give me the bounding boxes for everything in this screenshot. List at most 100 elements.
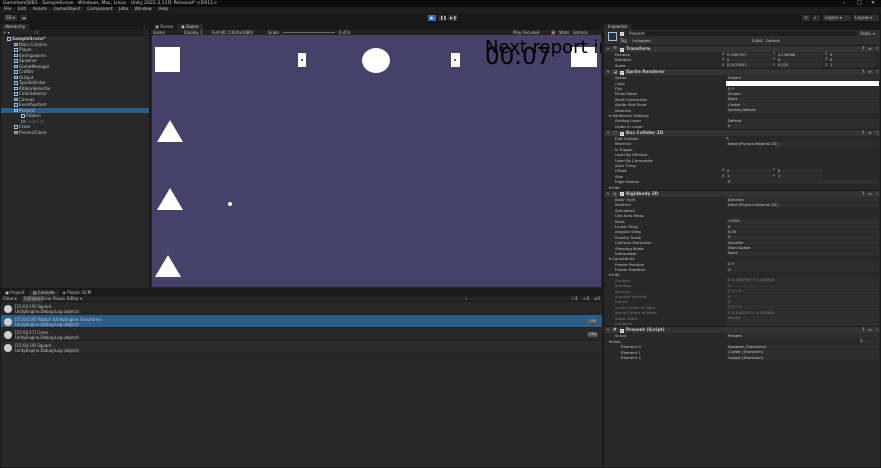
- y-value-field[interactable]: 4.128988: [777, 52, 823, 57]
- menu-edit[interactable]: Edit: [18, 7, 27, 12]
- hierarchy-search-input[interactable]: All: [31, 30, 143, 36]
- minimize-button[interactable]: –: [843, 0, 846, 7]
- tag-dropdown[interactable]: Untagged: [630, 38, 746, 43]
- enabled-checkbox[interactable]: ✓: [620, 47, 624, 52]
- field-value[interactable]: 0: [726, 235, 879, 240]
- field-value[interactable]: 0: [726, 283, 879, 289]
- layers-dropdown[interactable]: Layers ▾: [823, 15, 851, 21]
- component-header[interactable]: ▾ ⤧ ✓ Transform? ⇌ ⋮: [604, 45, 880, 52]
- x-value-field[interactable]: 0: [726, 169, 772, 174]
- field-value[interactable]: 0: [726, 179, 879, 185]
- menu-window[interactable]: Window: [135, 7, 152, 12]
- field-value[interactable]: None: [726, 97, 879, 102]
- hierarchy-item[interactable]: PresentClone: [1, 130, 149, 136]
- field-value[interactable]: Present: [726, 333, 879, 339]
- field-value[interactable]: [726, 81, 879, 86]
- field-value[interactable]: Z: [726, 267, 879, 273]
- y-value-field[interactable]: 1: [777, 174, 823, 179]
- menu-gameobject[interactable]: GameObject: [53, 7, 80, 12]
- menu-file[interactable]: File: [4, 7, 11, 12]
- field-value[interactable]: 10000: [726, 219, 879, 224]
- hierarchy-add-button[interactable]: + ▾: [3, 30, 10, 35]
- close-window-button[interactable]: ✕: [871, 0, 875, 7]
- menu-jobs[interactable]: Jobs: [119, 7, 128, 12]
- object-name-field[interactable]: Present: [627, 31, 857, 36]
- console-entry[interactable]: [15:04:19] Square UnityEngine.Debug:Log (…: [1, 341, 602, 354]
- cloud-icon[interactable]: ☁: [20, 15, 27, 21]
- field-value[interactable]: Start Awake: [726, 246, 879, 251]
- step-button[interactable]: ▶❚: [448, 15, 458, 21]
- maximize-button[interactable]: □: [857, 0, 862, 7]
- search-icon[interactable]: ⌕: [812, 15, 820, 21]
- y-value-field[interactable]: 0.525: [777, 63, 823, 68]
- y-value-field[interactable]: 0: [777, 169, 823, 174]
- component-header[interactable]: ▾ ◍ ✓ Rigidbody 2D? ⇌ ⋮: [604, 189, 880, 197]
- x-value-field[interactable]: 1: [726, 174, 772, 179]
- field-value[interactable]: Simple: [726, 91, 879, 97]
- field-value[interactable]: Dynamic: [726, 197, 879, 202]
- z-value-field[interactable]: 0: [829, 57, 875, 63]
- z-value-field[interactable]: 1: [829, 63, 875, 68]
- section-label: Constraints: [612, 256, 635, 262]
- field-value[interactable]: None: [726, 251, 879, 256]
- field-value[interactable]: [726, 321, 879, 326]
- field-value[interactable]: X 0.1902957 Y 4.128988: [726, 278, 879, 283]
- component-header[interactable]: ▾ ▢ ✓ Box Collider 2D? ⇌ ⋮: [604, 129, 880, 137]
- scale-slider[interactable]: [283, 32, 335, 34]
- enabled-checkbox[interactable]: ✓: [620, 70, 624, 75]
- play-button[interactable]: ▶: [428, 15, 436, 21]
- console-entry[interactable]: [15:04:17] Cross UnityEngine.Debug:Log (o…: [1, 328, 602, 341]
- y-value-field[interactable]: 0: [777, 57, 823, 63]
- game-view-canvas[interactable]: Next report in : 00:07: [152, 35, 601, 287]
- field-value[interactable]: Square: [726, 75, 879, 81]
- active-checkbox[interactable]: ✓: [620, 32, 624, 36]
- component-header[interactable]: ▾ # ✓ Present (Script)? ⇌ ⋮: [604, 326, 880, 334]
- component-header[interactable]: ▾ ◪ ✓ Sprite Renderer? ⇌ ⋮: [604, 68, 880, 76]
- field-value[interactable]: Awake: [726, 316, 879, 321]
- circle-item: [362, 48, 390, 73]
- info-icon: [4, 343, 12, 352]
- enabled-checkbox[interactable]: ✓: [620, 328, 624, 333]
- x-value-field[interactable]: 0.5413637: [726, 63, 772, 68]
- field-value[interactable]: 0: [726, 224, 879, 229]
- field-value[interactable]: 0: [726, 294, 879, 299]
- pause-button[interactable]: ❚❚: [438, 15, 447, 21]
- z-value-field[interactable]: 0: [829, 52, 875, 57]
- history-icon[interactable]: ↺: [802, 15, 810, 21]
- console-entry[interactable]: [15:04:19] Ribbon (UnityEngine.Transform…: [1, 315, 602, 328]
- static-toggle[interactable]: Static ▾: [860, 31, 875, 36]
- layout-dropdown[interactable]: Layout ▾: [853, 15, 879, 21]
- field-value[interactable]: 0: [726, 124, 879, 129]
- menu-assets[interactable]: Assets: [33, 7, 47, 12]
- x-value-field[interactable]: 0: [726, 57, 772, 63]
- field-value[interactable]: X 0.1902957 Y 4.128988: [726, 310, 879, 316]
- field-value[interactable]: Discrete: [726, 240, 879, 246]
- menu-help[interactable]: Help: [158, 7, 168, 12]
- menu-component[interactable]: Component: [87, 7, 113, 12]
- field-value[interactable]: 0.05: [726, 229, 879, 235]
- field-value[interactable]: X 0 Y 0: [726, 305, 879, 310]
- enabled-checkbox[interactable]: ✓: [620, 192, 624, 197]
- field-value[interactable]: Center: [726, 102, 879, 108]
- field-value[interactable]: Crafter (Transform): [726, 350, 879, 355]
- console-entry[interactable]: [15:04:19] Square UnityEngine.Debug:Log (…: [1, 302, 602, 315]
- account-button[interactable]: SD ▾: [4, 15, 17, 21]
- window-title-bar: GamelamQ083 - SampleScene - Windows, Mac…: [0, 0, 881, 7]
- field-value[interactable]: None (Physics Material 2D): [726, 142, 879, 147]
- field-value[interactable]: Output (Transform): [726, 355, 879, 360]
- field-value[interactable]: Spawner (Transform): [726, 344, 879, 350]
- field-value[interactable]: None (Physics Material 2D): [726, 202, 879, 208]
- field-value[interactable]: 0: [726, 300, 879, 305]
- square-item: [155, 47, 180, 72]
- field-value[interactable]: Sprites-Default: [726, 108, 879, 113]
- field-value[interactable]: Default: [726, 118, 879, 124]
- layer-dropdown[interactable]: Default: [764, 38, 879, 43]
- array-size-field[interactable]: 3: [859, 339, 879, 344]
- enabled-checkbox[interactable]: ✓: [620, 131, 624, 136]
- field-value[interactable]: X 0 Y 0: [726, 289, 879, 294]
- x-value-field[interactable]: 0.1902957: [726, 52, 772, 57]
- field-value[interactable]: X Y: [726, 262, 879, 267]
- field-value[interactable]: X Y: [726, 86, 879, 91]
- clear-button[interactable]: Clear ▾: [3, 296, 17, 301]
- output-marker: [451, 53, 460, 67]
